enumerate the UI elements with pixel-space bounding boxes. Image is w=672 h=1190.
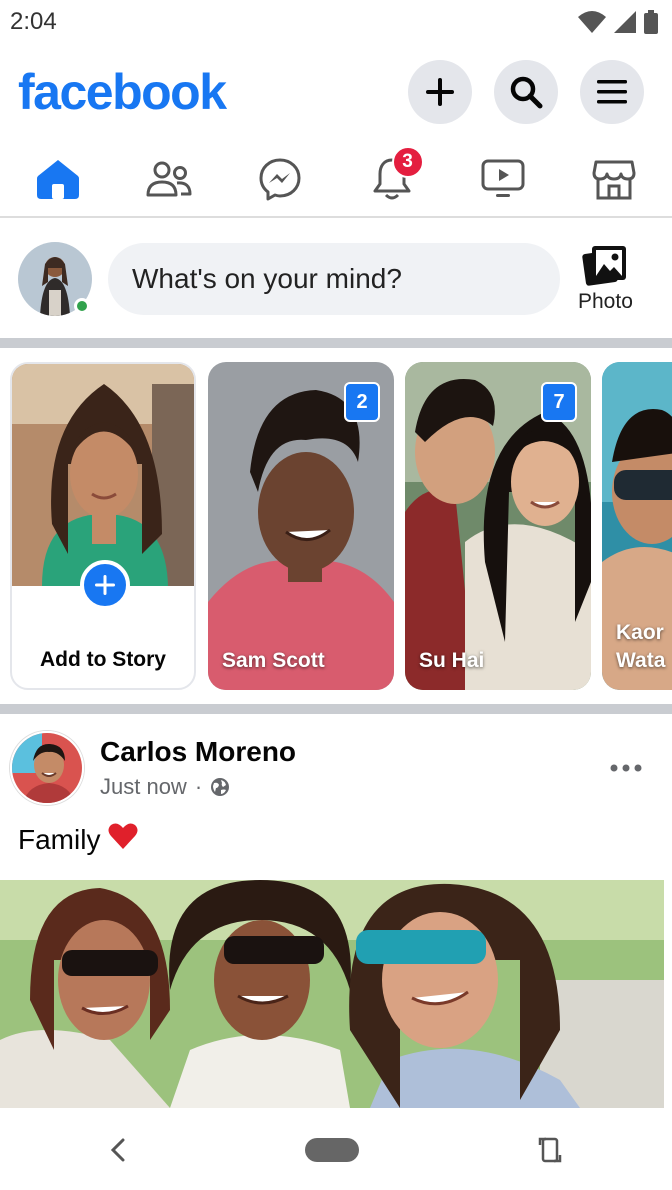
story-count-badge: 7 [541,382,577,422]
add-to-story-label: Add to Story [40,648,166,671]
section-divider [0,338,672,348]
plus-icon [95,575,115,595]
author-avatar-image [12,733,82,803]
online-status-dot [74,298,90,314]
rotate-screen-icon[interactable] [538,1135,562,1165]
photo-icon [582,246,627,286]
photo-label: Photo [578,290,633,313]
add-story-image [12,364,194,586]
photo-button[interactable]: Photo [578,244,633,314]
store-icon [592,160,636,200]
whats-on-your-mind-input[interactable]: What's on your mind? [108,243,560,315]
video-icon [481,159,525,197]
story-card[interactable]: Kaor Wata [602,362,672,690]
post-composer: What's on your mind? Photo [0,220,672,338]
status-time: 2:04 [10,8,57,35]
post-image [0,880,664,1108]
story-card[interactable]: 2 Sam Scott [208,362,394,690]
post-photo[interactable] [0,880,664,1108]
add-story-plus-button[interactable] [80,560,130,610]
post-author-name[interactable]: Carlos Moreno [100,736,606,768]
friends-icon [146,161,192,197]
story-count-badge: 2 [344,382,380,422]
story-name: Sam Scott [222,648,325,672]
tab-home[interactable] [30,140,86,218]
plus-icon [426,78,454,106]
meta-separator: · [194,774,203,799]
globe-icon [211,778,230,796]
wifi-icon [578,11,606,33]
tab-notifications[interactable]: 3 [364,140,424,218]
stories-strip: Add to Story 2 Sam Scott 7 Su Hai Kaor W… [0,362,672,690]
tab-watch[interactable] [475,140,531,218]
tab-marketplace[interactable] [586,140,642,218]
search-button[interactable] [494,60,558,124]
facebook-logo: facebook [18,64,227,120]
post-options-button[interactable] [606,748,646,788]
search-icon [510,76,543,109]
tab-messenger[interactable] [252,140,308,218]
post-caption: Family [18,823,101,855]
heart-emoji [108,822,138,857]
heart-icon [108,823,138,849]
home-pill-button[interactable] [305,1138,359,1162]
header-actions [408,60,644,124]
menu-icon [597,80,627,104]
system-nav-bar [0,1110,672,1190]
messenger-icon [259,158,301,201]
post-timestamp[interactable]: Just now [100,774,187,800]
story-card[interactable]: 7 Su Hai [405,362,591,690]
main-tabs: 3 [0,140,672,218]
add-to-story-card[interactable]: Add to Story [10,362,196,690]
back-icon[interactable] [110,1138,126,1162]
status-bar: 2:04 [0,0,672,44]
post-author-avatar[interactable] [10,731,84,805]
notification-badge: 3 [391,146,424,178]
tab-friends[interactable] [141,140,197,218]
story-name: Su Hai [419,648,485,672]
profile-avatar[interactable] [18,242,92,316]
battery-icon [644,10,658,34]
status-icons [578,10,658,34]
add-story-photo [12,364,194,586]
post-time-row: Just now · [100,774,606,800]
more-options-icon [610,764,642,772]
create-button[interactable] [408,60,472,124]
post-header: Carlos Moreno Just now · [0,728,672,808]
signal-icon [614,11,636,33]
post-text: Family [18,822,138,857]
section-divider [0,704,672,714]
app-header: facebook [0,54,672,130]
menu-button[interactable] [580,60,644,124]
home-icon [37,160,79,199]
post-meta: Carlos Moreno Just now · [100,736,606,800]
story-name: Kaor Wata [616,621,666,672]
